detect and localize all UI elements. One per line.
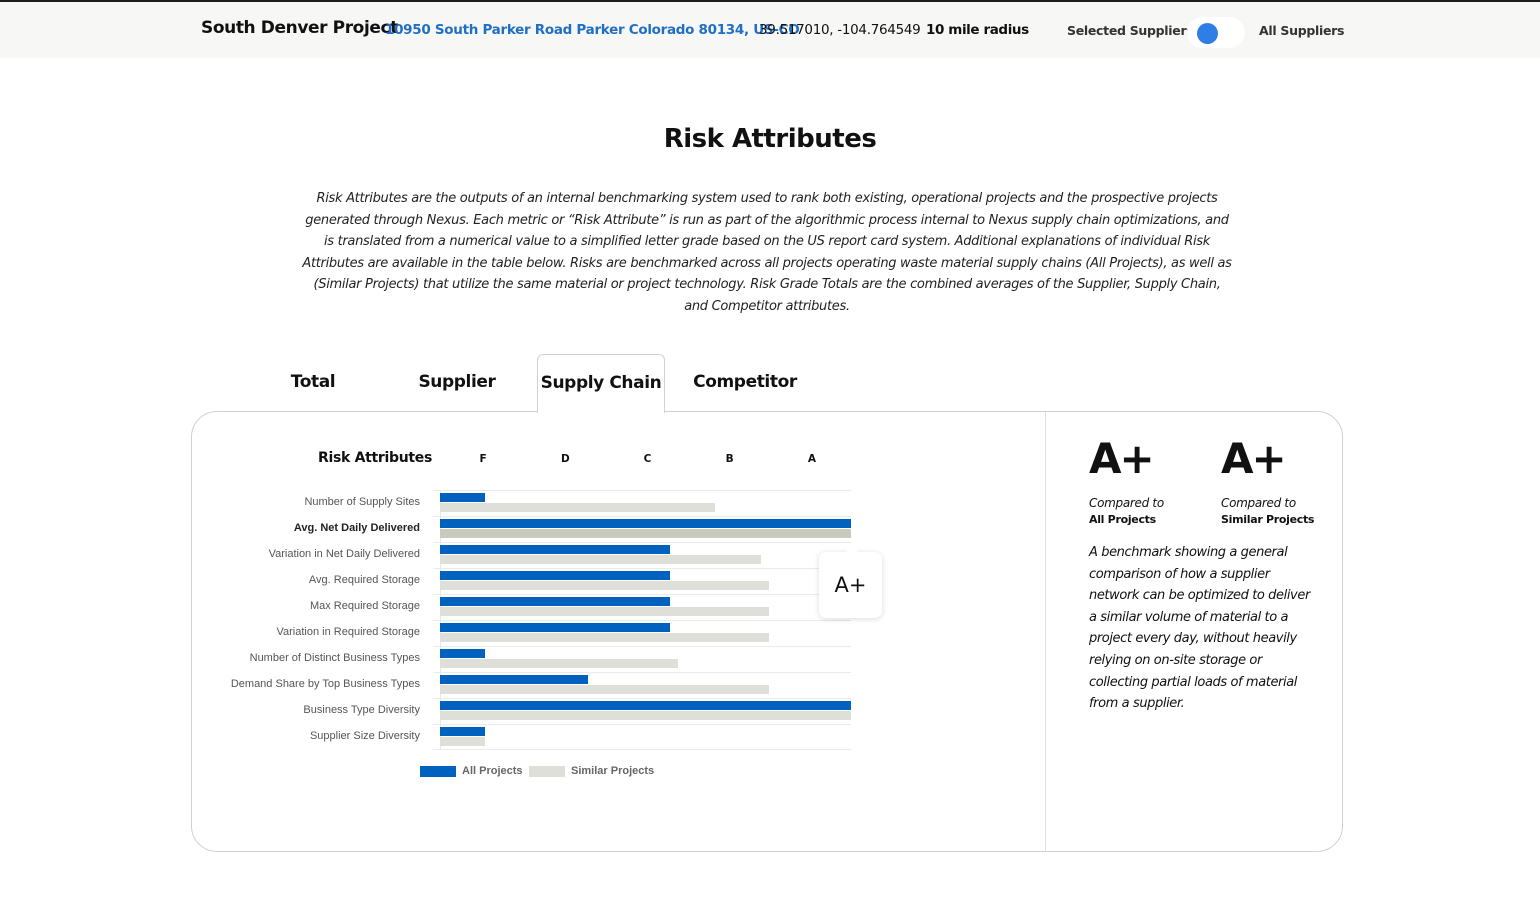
all-suppliers-label[interactable]: All Suppliers	[1259, 23, 1344, 38]
bar-similar-projects[interactable]	[440, 607, 769, 616]
legend-swatch	[529, 766, 565, 777]
selected-suppliers-label[interactable]: Selected Suppliers	[1067, 23, 1194, 38]
bar-similar-projects[interactable]	[440, 633, 769, 642]
gridline	[433, 620, 851, 621]
y-tick-label: Avg. Required Storage	[308, 574, 420, 586]
y-tick-label: Avg. Net Daily Delivered	[293, 522, 420, 534]
gridline	[433, 724, 851, 725]
project-coordinates: 39.517010, -104.764549	[759, 22, 921, 38]
x-tick-label: D	[560, 453, 570, 465]
compared-to-label: Compared to	[1089, 496, 1164, 510]
y-tick-label: Variation in Net Daily Delivered	[268, 548, 420, 560]
toggle-knob	[1197, 23, 1218, 44]
gridline	[433, 749, 851, 750]
y-tick-label: Supplier Size Diversity	[309, 730, 420, 742]
bar-all-projects[interactable]	[440, 545, 671, 554]
page-title: Risk Attributes	[663, 124, 877, 154]
gridline	[433, 698, 851, 699]
x-tick-label: C	[643, 453, 652, 465]
bar-all-projects[interactable]	[440, 597, 671, 606]
y-tick-label: Demand Share by Top Business Types	[230, 678, 420, 690]
legend-label: Similar Projects	[571, 765, 655, 777]
y-tick-label: Number of Distinct Business Types	[249, 652, 420, 664]
gridline	[433, 594, 851, 595]
bar-all-projects[interactable]	[440, 649, 486, 658]
x-tick-label: B	[725, 453, 734, 465]
bar-similar-projects[interactable]	[440, 581, 769, 590]
bar-all-projects[interactable]	[440, 727, 486, 736]
gridline	[433, 516, 851, 517]
y-tick-label: Business Type Diversity	[303, 704, 420, 716]
top-bar: South Denver Project 10950 South Parker …	[0, 2, 1540, 58]
gridline	[433, 646, 851, 647]
grade-all-projects: A+	[1089, 434, 1155, 483]
card-divider	[1045, 412, 1046, 851]
bar-all-projects[interactable]	[440, 571, 671, 580]
bar-similar-projects[interactable]	[440, 529, 851, 538]
similar-projects-label: Similar Projects	[1221, 513, 1315, 526]
gridline	[433, 490, 851, 491]
chart-tooltip: A+	[819, 546, 882, 618]
attribute-description: A benchmark showing a general comparison…	[1089, 545, 1310, 712]
tab-supplier[interactable]: Supplier	[393, 354, 521, 412]
bar-similar-projects[interactable]	[440, 555, 761, 564]
bar-all-projects[interactable]	[440, 519, 851, 528]
y-tick-label: Number of Supply Sites	[304, 496, 420, 508]
gridline	[433, 568, 851, 569]
bar-all-projects[interactable]	[440, 623, 671, 632]
bar-all-projects[interactable]	[440, 675, 588, 684]
supplier-scope-toggle[interactable]	[1187, 17, 1245, 48]
gridline	[433, 672, 851, 673]
bar-similar-projects[interactable]	[440, 685, 769, 694]
project-address-link[interactable]: 10950 South Parker Road Parker Colorado …	[385, 22, 800, 38]
bar-similar-projects[interactable]	[440, 659, 679, 668]
legend-swatch	[420, 766, 456, 777]
chart-title: Risk Attributes	[318, 450, 433, 466]
legend-label: All Projects	[462, 765, 523, 777]
project-title: South Denver Project	[201, 18, 398, 38]
gridline	[433, 542, 851, 543]
grade-similar-projects: A+	[1221, 434, 1287, 483]
bar-similar-projects[interactable]	[440, 711, 851, 720]
tab-competitor[interactable]: Competitor	[681, 354, 809, 412]
bar-all-projects[interactable]	[440, 493, 486, 502]
search-radius: 10 mile radius	[926, 22, 1029, 38]
bar-similar-projects[interactable]	[440, 737, 486, 746]
y-tick-label: Max Required Storage	[309, 600, 420, 612]
intro-paragraph: Risk Attributes are the outputs of an in…	[302, 191, 1232, 314]
compared-to-label: Compared to	[1221, 496, 1296, 510]
bar-all-projects[interactable]	[440, 701, 851, 710]
tab-supply-chain[interactable]: Supply Chain	[537, 354, 665, 413]
tab-total[interactable]: Total	[249, 354, 377, 412]
x-tick-label: A	[807, 453, 816, 465]
x-tick-label: F	[479, 453, 487, 465]
bar-similar-projects[interactable]	[440, 503, 716, 512]
all-projects-label: All Projects	[1089, 513, 1156, 526]
y-tick-label: Variation in Required Storage	[276, 626, 421, 638]
